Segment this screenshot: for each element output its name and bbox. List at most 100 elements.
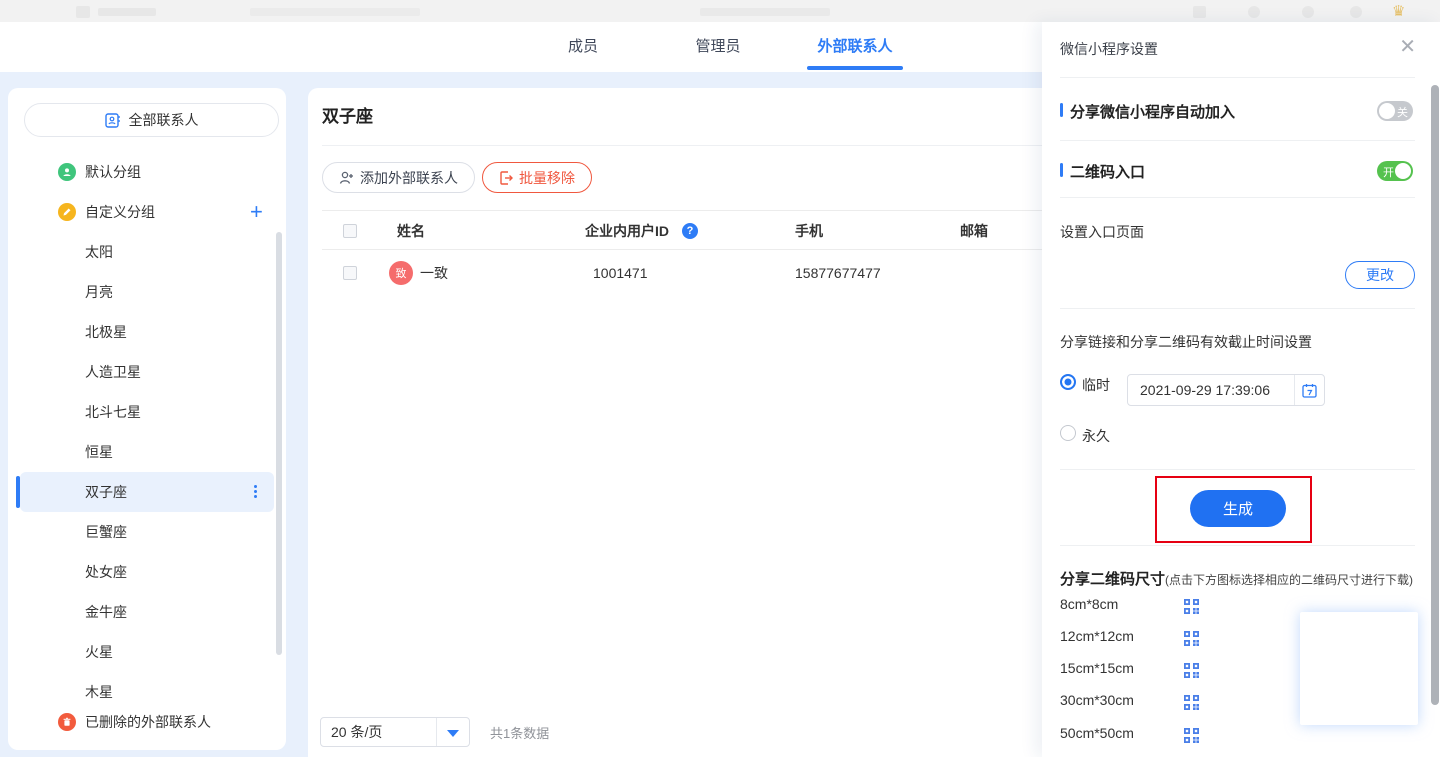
temporary-radio[interactable] (1060, 374, 1076, 390)
divider (1060, 77, 1415, 78)
ghost-text (98, 8, 156, 16)
wechat-miniprogram-settings-drawer: 微信小程序设置 ✕ 分享微信小程序自动加入 关 二维码入口 开 设置入口页面 更… (1042, 22, 1440, 757)
page-size-value: 20 条/页 (331, 722, 382, 742)
person-plus-icon (339, 171, 354, 185)
contacts-sidebar: 全部联系人 默认分组 自定义分组 + 太阳 月亮 北极星 人造卫星 北斗七星 恒… (8, 88, 286, 750)
page-title: 双子座 (322, 102, 373, 127)
sidebar-group-item[interactable]: 金牛座 (85, 598, 127, 626)
permanent-radio[interactable] (1060, 425, 1076, 441)
qr-size-title: 分享二维码尺寸(点击下方图标选择相应的二维码尺寸进行下载) (1060, 568, 1413, 589)
sidebar-group-item[interactable]: 太阳 (85, 238, 113, 266)
close-icon[interactable]: ✕ (1399, 36, 1416, 58)
qr-entry-toggle[interactable]: 开 (1377, 161, 1413, 181)
sidebar-group-item[interactable]: 月亮 (85, 278, 113, 306)
ghost-icon (1350, 6, 1362, 18)
temporary-label: 临时 (1082, 375, 1110, 395)
qr-entry-label: 二维码入口 (1070, 161, 1145, 182)
tab-admins[interactable]: 管理员 (683, 22, 753, 72)
remove-export-icon (499, 171, 513, 185)
sidebar-group-item[interactable]: 人造卫星 (85, 358, 141, 386)
expiry-datetime-input[interactable]: 2021-09-29 17:39:06 (1127, 374, 1325, 406)
qr-size-title-text: 分享二维码尺寸 (1060, 571, 1165, 588)
col-header-name: 姓名 (397, 211, 425, 251)
custom-group-label: 自定义分组 (85, 202, 155, 222)
sidebar-group-item[interactable]: 木星 (85, 678, 113, 706)
qr-download-icon[interactable] (1184, 728, 1199, 743)
row-checkbox[interactable] (343, 266, 357, 280)
qr-download-icon[interactable] (1184, 631, 1199, 646)
tab-members[interactable]: 成员 (548, 22, 618, 72)
expiry-setting-label: 分享链接和分享二维码有效截止时间设置 (1060, 332, 1312, 352)
divider (1060, 308, 1415, 309)
selected-group-indicator (16, 476, 20, 508)
col-header-phone: 手机 (795, 211, 823, 251)
toggle-state-label: 开 (1383, 164, 1394, 180)
deleted-contacts-label: 已删除的外部联系人 (85, 712, 211, 732)
sidebar-group-item[interactable]: 火星 (85, 638, 113, 666)
permanent-label: 永久 (1082, 426, 1110, 446)
drawer-scrollbar[interactable] (1431, 85, 1439, 705)
sidebar-item-default-group[interactable]: 默认分组 (8, 158, 286, 186)
toggle-knob (1379, 103, 1395, 119)
group-more-menu-icon[interactable] (248, 485, 262, 501)
sidebar-group-item[interactable]: 北极星 (85, 318, 127, 346)
sidebar-item-deleted-contacts[interactable]: 已删除的外部联系人 (8, 708, 286, 736)
add-external-contact-label: 添加外部联系人 (360, 168, 458, 188)
chevron-down-icon (447, 730, 459, 737)
sidebar-group-item[interactable]: 北斗七星 (85, 398, 141, 426)
col-header-user-id: 企业内用户ID (585, 211, 669, 251)
qr-download-icon[interactable] (1184, 695, 1199, 710)
all-contacts-label: 全部联系人 (129, 110, 199, 130)
col-header-email: 邮箱 (960, 211, 988, 251)
tab-external-label: 外部联系人 (817, 38, 892, 55)
qr-download-icon[interactable] (1184, 663, 1199, 678)
sidebar-group-item-selected[interactable]: 双子座 (85, 478, 127, 506)
section-accent-bar (1060, 163, 1063, 177)
person-circle-icon (58, 163, 76, 181)
all-contacts-button[interactable]: 全部联系人 (24, 103, 279, 137)
change-button[interactable]: 更改 (1345, 261, 1415, 289)
cell-user-id: 1001471 (593, 250, 648, 296)
cell-name: 一致 (420, 250, 448, 296)
qr-size-item: 8cm*8cm (1060, 596, 1118, 618)
crown-icon: ♛ (1392, 4, 1405, 19)
add-group-button[interactable]: + (250, 200, 263, 224)
pagination-bar: 20 条/页 共1条数据 (320, 717, 549, 747)
contact-avatar: 致 (389, 261, 413, 285)
qr-size-item: 12cm*12cm (1060, 628, 1134, 650)
tab-external-contacts[interactable]: 外部联系人 (807, 22, 903, 72)
section-accent-bar (1060, 103, 1063, 117)
sidebar-group-item[interactable]: 巨蟹座 (85, 518, 127, 546)
generate-button[interactable]: 生成 (1190, 490, 1286, 527)
sidebar-scrollbar[interactable] (276, 232, 282, 655)
sidebar-item-custom-group[interactable]: 自定义分组 (8, 198, 286, 226)
qr-download-icon[interactable] (1184, 599, 1199, 614)
sidebar-group-item[interactable]: 处女座 (85, 558, 127, 586)
qr-size-item: 50cm*50cm (1060, 725, 1134, 747)
help-icon[interactable]: ? (682, 223, 698, 239)
pencil-circle-icon (58, 203, 76, 221)
auto-join-label: 分享微信小程序自动加入 (1070, 101, 1235, 122)
qr-preview-placeholder (1300, 612, 1418, 725)
add-external-contact-button[interactable]: 添加外部联系人 (322, 162, 475, 193)
divider (1060, 469, 1415, 470)
entry-page-label: 设置入口页面 (1060, 222, 1144, 242)
datetime-value: 2021-09-29 17:39:06 (1128, 375, 1294, 405)
sidebar-group-item[interactable]: 恒星 (85, 438, 113, 466)
qr-size-item: 15cm*15cm (1060, 660, 1134, 682)
cell-phone: 15877677477 (795, 250, 881, 296)
contact-card-icon (105, 113, 121, 128)
ghost-icon (76, 6, 90, 18)
divider (1060, 197, 1415, 198)
active-tab-underline (807, 66, 903, 70)
divider (436, 718, 437, 746)
ghost-text (700, 8, 830, 16)
select-all-checkbox[interactable] (343, 224, 357, 238)
divider (1060, 545, 1415, 546)
browser-top-strip: ♛ (0, 0, 1440, 22)
total-count-label: 共1条数据 (490, 723, 549, 742)
page-size-select[interactable]: 20 条/页 (320, 717, 470, 747)
calendar-icon[interactable] (1294, 375, 1324, 405)
auto-join-toggle[interactable]: 关 (1377, 101, 1413, 121)
batch-remove-button[interactable]: 批量移除 (482, 162, 592, 193)
